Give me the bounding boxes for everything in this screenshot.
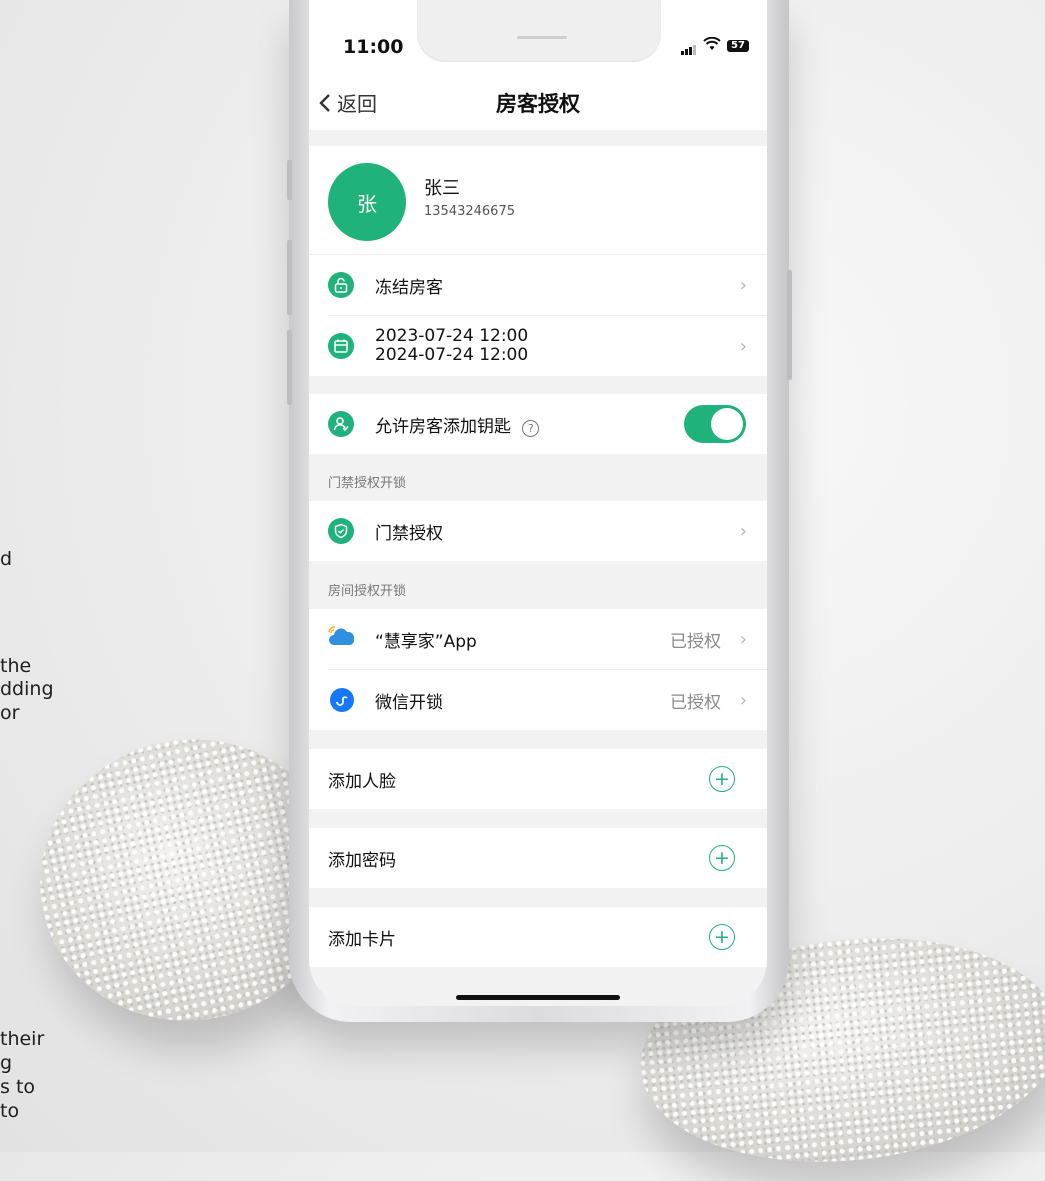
side-text-2: the xyxy=(0,655,32,677)
side-text-7: s to xyxy=(0,1076,36,1098)
status-time: 11:00 xyxy=(343,36,404,58)
wechat-unlock-row[interactable]: 微信开锁 已授权 › xyxy=(309,670,767,730)
speaker xyxy=(517,36,567,39)
calendar-icon xyxy=(328,333,354,359)
add-face-label: 添加人脸 xyxy=(328,771,396,792)
page-title: 房客授权 xyxy=(496,92,580,116)
side-text-8: to xyxy=(0,1100,20,1122)
freeze-guest-label: 冻结房客 xyxy=(375,277,443,298)
side-text-1: d xyxy=(0,548,13,570)
add-password-card: 添加密码 + xyxy=(309,828,767,888)
room-section-header: 房间授权开锁 xyxy=(328,584,407,599)
start-date: 2023-07-24 12:00 xyxy=(375,326,529,346)
freeze-guest-row[interactable]: 冻结房客 › xyxy=(309,255,767,315)
add-face-plus-icon[interactable]: + xyxy=(709,766,735,792)
add-card-plus-icon[interactable]: + xyxy=(709,924,735,950)
phone-side-button xyxy=(287,330,292,405)
add-face-card: 添加人脸 + xyxy=(309,749,767,809)
cloud-app-icon xyxy=(327,625,357,653)
add-card-card: 添加卡片 + xyxy=(309,907,767,967)
shield-check-icon xyxy=(328,518,354,544)
guest-phone: 13543246675 xyxy=(424,204,515,219)
access-control-label: 门禁授权 xyxy=(375,523,443,544)
phone-side-button xyxy=(287,240,292,315)
allow-keys-row: 允许房客添加钥匙 ? xyxy=(309,394,767,454)
allow-keys-text: 允许房客添加钥匙 xyxy=(375,416,511,437)
phone-side-button xyxy=(287,160,292,200)
access-control-row[interactable]: 门禁授权 › xyxy=(309,501,767,561)
add-password-row[interactable]: 添加密码 + xyxy=(309,828,767,888)
app-unlock-status: 已授权 xyxy=(670,631,721,652)
validity-dates-row[interactable]: 2023-07-24 12:00 2024-07-24 12:00 › xyxy=(309,316,767,376)
chevron-right-icon: › xyxy=(739,335,747,357)
side-text-4: or xyxy=(0,702,20,724)
signal-icon xyxy=(681,36,697,55)
phone-side-button xyxy=(787,270,792,380)
side-text-6: g xyxy=(0,1052,13,1074)
chevron-right-icon: › xyxy=(739,520,747,542)
room-card: “慧享家”App 已授权 › 微信开锁 已授权 › xyxy=(309,609,767,730)
status-icons: 57 xyxy=(681,36,749,55)
allow-keys-label: 允许房客添加钥匙 ? xyxy=(375,412,540,437)
add-card-label: 添加卡片 xyxy=(328,929,396,950)
status-bar: 11:00 57 xyxy=(309,0,767,72)
avatar: 张 xyxy=(328,163,406,241)
wechat-unlock-status: 已授权 xyxy=(670,692,721,713)
nav-bar: 返回 房客授权 xyxy=(309,72,767,130)
chevron-right-icon: › xyxy=(739,628,747,650)
side-text-3: dding xyxy=(0,678,54,700)
chevron-right-icon: › xyxy=(739,689,747,711)
notch xyxy=(417,0,661,62)
lock-icon xyxy=(328,272,354,298)
allow-keys-card: 允许房客添加钥匙 ? xyxy=(309,394,767,454)
help-icon[interactable]: ? xyxy=(522,419,540,437)
chevron-right-icon: › xyxy=(739,274,747,296)
phone-screen: 11:00 57 返回 房客授权 张 张三 13543246675 冻结房客 ›… xyxy=(309,0,767,1006)
wechat-unlock-label: 微信开锁 xyxy=(375,692,443,713)
toggle-knob xyxy=(711,408,743,440)
home-indicator[interactable] xyxy=(456,995,620,1000)
user-check-icon xyxy=(328,411,354,437)
add-face-row[interactable]: 添加人脸 + xyxy=(309,749,767,809)
guest-name: 张三 xyxy=(424,178,460,199)
wechat-miniprogram-icon xyxy=(330,688,354,712)
end-date: 2024-07-24 12:00 xyxy=(375,345,529,365)
add-card-row[interactable]: 添加卡片 + xyxy=(309,907,767,967)
dates-label: 2023-07-24 12:00 2024-07-24 12:00 xyxy=(375,327,528,365)
app-unlock-row[interactable]: “慧享家”App 已授权 › xyxy=(309,609,767,669)
battery-icon: 57 xyxy=(727,39,749,52)
side-text-5: their xyxy=(0,1028,45,1050)
app-unlock-label: “慧享家”App xyxy=(375,631,477,652)
add-password-plus-icon[interactable]: + xyxy=(709,845,735,871)
wifi-icon xyxy=(703,36,721,55)
allow-keys-toggle[interactable] xyxy=(684,405,746,443)
guest-card: 张 张三 13543246675 冻结房客 › 2023-07-24 12:00… xyxy=(309,146,767,376)
access-card: 门禁授权 › xyxy=(309,501,767,561)
access-section-header: 门禁授权开锁 xyxy=(328,476,407,491)
add-password-label: 添加密码 xyxy=(328,850,396,871)
